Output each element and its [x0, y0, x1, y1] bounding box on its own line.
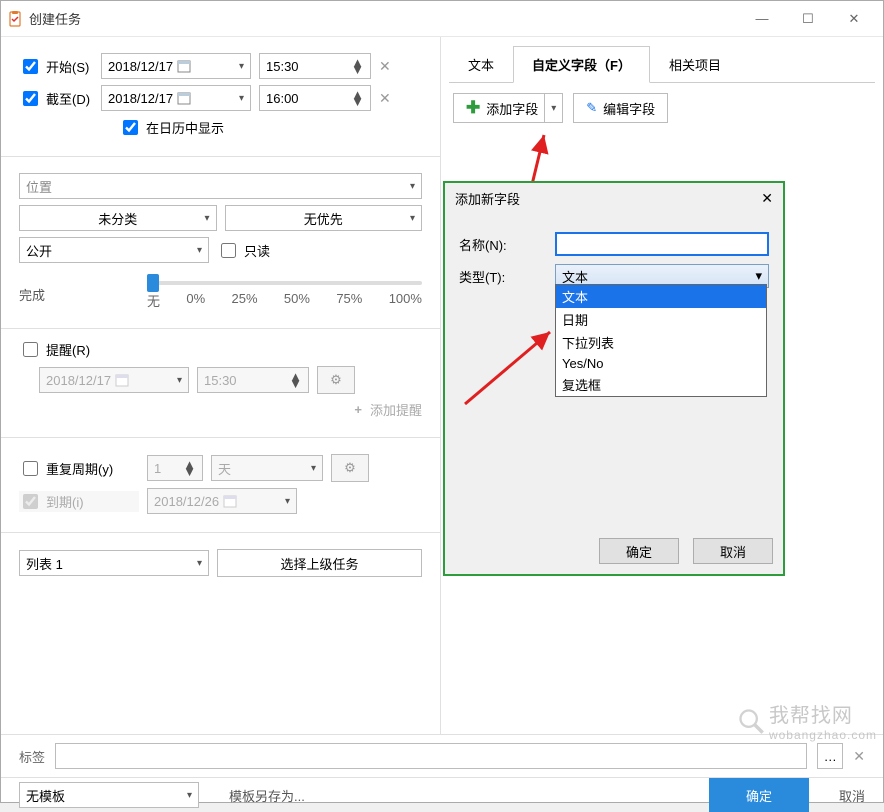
- add-field-dropdown[interactable]: ▾: [545, 93, 563, 123]
- plus-icon: +: [354, 402, 362, 417]
- dialog-close-button[interactable]: ✕: [761, 190, 773, 207]
- location-combo[interactable]: 位置 ▾: [19, 173, 422, 199]
- tags-more-button[interactable]: …: [817, 743, 843, 769]
- priority-combo[interactable]: 无优先 ▾: [225, 205, 423, 231]
- field-type-dropdown: 文本 日期 下拉列表 Yes/No 复选框: [555, 284, 767, 397]
- slider-thumb[interactable]: [147, 274, 159, 292]
- start-checkbox[interactable]: 开始(S): [19, 56, 93, 77]
- due-date-input[interactable]: 2018/12/26 ▾: [147, 488, 297, 514]
- clear-end-button[interactable]: ✕: [379, 90, 391, 107]
- dialog-ok-button[interactable]: 确定: [599, 538, 679, 564]
- repeat-unit-combo[interactable]: 天 ▾: [211, 455, 323, 481]
- end-checkbox[interactable]: 截至(D): [19, 88, 93, 109]
- start-date-input[interactable]: 2018/12/17 ▾: [101, 53, 251, 79]
- spinner-icon[interactable]: ▲▼: [351, 91, 364, 105]
- end-label: 截至(D): [46, 89, 90, 108]
- calendar-icon: [177, 91, 191, 105]
- tab-text[interactable]: 文本: [449, 46, 513, 83]
- repeat-count-input[interactable]: 1 ▲▼: [147, 455, 203, 481]
- field-type-label: 类型(T):: [459, 267, 555, 286]
- dialog-title: 添加新字段: [455, 189, 520, 208]
- add-reminder-link[interactable]: 添加提醒: [370, 400, 422, 419]
- ok-button[interactable]: 确定: [709, 778, 809, 812]
- chevron-down-icon: ▾: [197, 245, 202, 256]
- spinner-icon[interactable]: ▲▼: [289, 373, 302, 387]
- close-icon: ✕: [849, 11, 860, 27]
- category-combo[interactable]: 未分类 ▾: [19, 205, 217, 231]
- chevron-down-icon: ▾: [285, 496, 290, 507]
- reminder-checkbox[interactable]: 提醒(R): [19, 339, 422, 360]
- tab-related[interactable]: 相关项目: [650, 46, 740, 83]
- edit-field-button[interactable]: ✎ 编辑字段: [573, 93, 668, 123]
- end-time-input[interactable]: 16:00 ▲▼: [259, 85, 371, 111]
- tags-label: 标签: [19, 747, 45, 766]
- chevron-down-icon: ▾: [551, 103, 556, 114]
- show-in-calendar-checkbox[interactable]: 在日历中显示: [119, 117, 224, 138]
- visibility-combo[interactable]: 公开 ▾: [19, 237, 209, 263]
- annotation-arrow-icon: [455, 324, 565, 414]
- chevron-down-icon: ▾: [204, 213, 209, 224]
- chevron-down-icon: ▾: [197, 558, 202, 569]
- tab-custom-fields[interactable]: 自定义字段（F）: [513, 46, 650, 83]
- app-icon: [7, 11, 23, 27]
- spinner-icon[interactable]: ▲▼: [183, 461, 196, 475]
- type-option[interactable]: 下拉列表: [556, 331, 766, 354]
- reminder-time-input[interactable]: 15:30 ▲▼: [197, 367, 309, 393]
- type-option[interactable]: 文本: [556, 285, 766, 308]
- plus-icon: ✚: [466, 98, 480, 118]
- calendar-icon: [177, 59, 191, 73]
- chevron-down-icon: ▾: [177, 375, 182, 386]
- repeat-checkbox[interactable]: 重复周期(y): [19, 458, 139, 479]
- end-date-input[interactable]: 2018/12/17 ▾: [101, 85, 251, 111]
- window-title: 创建任务: [29, 9, 739, 28]
- add-field-dialog: 添加新字段 ✕ 名称(N): 类型(T): 文本 ▾ 文本 日期 下拉列表 Ye…: [443, 181, 785, 576]
- chevron-down-icon: ▾: [410, 213, 415, 224]
- field-name-input[interactable]: [555, 232, 769, 256]
- clear-tags-button[interactable]: ✕: [853, 748, 865, 765]
- reminder-date-input[interactable]: 2018/12/17 ▾: [39, 367, 189, 393]
- chevron-down-icon: ▾: [187, 790, 192, 801]
- gear-icon: ⚙: [330, 372, 342, 388]
- list-combo[interactable]: 列表 1 ▾: [19, 550, 209, 576]
- field-name-label: 名称(N):: [459, 235, 555, 254]
- readonly-checkbox[interactable]: 只读: [217, 240, 270, 261]
- reminder-settings-button[interactable]: ⚙: [317, 366, 355, 394]
- progress-label: 完成: [19, 281, 49, 304]
- minimize-button[interactable]: —: [739, 4, 785, 34]
- maximize-button[interactable]: ☐: [785, 4, 831, 34]
- clear-start-button[interactable]: ✕: [379, 58, 391, 75]
- type-option[interactable]: 复选框: [556, 373, 766, 396]
- chevron-down-icon: ▾: [755, 268, 762, 284]
- start-time-input[interactable]: 15:30 ▲▼: [259, 53, 371, 79]
- ellipsis-icon: …: [824, 749, 837, 764]
- start-label: 开始(S): [46, 57, 89, 76]
- due-checkbox[interactable]: 到期(i): [19, 491, 139, 512]
- select-parent-button[interactable]: 选择上级任务: [217, 549, 422, 577]
- type-option[interactable]: 日期: [556, 308, 766, 331]
- cancel-button[interactable]: 取消: [839, 786, 865, 805]
- dialog-cancel-button[interactable]: 取消: [693, 538, 773, 564]
- repeat-settings-button[interactable]: ⚙: [331, 454, 369, 482]
- calendar-icon: [223, 494, 237, 508]
- save-template-link[interactable]: 模板另存为...: [229, 786, 305, 805]
- chevron-down-icon: ▾: [239, 61, 244, 72]
- tags-input[interactable]: [55, 743, 807, 769]
- chevron-down-icon: ▾: [410, 181, 415, 192]
- spinner-icon[interactable]: ▲▼: [351, 59, 364, 73]
- chevron-down-icon: ▾: [239, 93, 244, 104]
- calendar-icon: [115, 373, 129, 387]
- progress-slider[interactable]: [147, 281, 422, 285]
- pencil-icon: ✎: [586, 100, 597, 116]
- chevron-down-icon: ▾: [311, 463, 316, 474]
- gear-icon: ⚙: [344, 460, 356, 476]
- maximize-icon: ☐: [802, 11, 814, 27]
- type-option[interactable]: Yes/No: [556, 354, 766, 373]
- add-field-button[interactable]: ✚ 添加字段: [453, 93, 545, 123]
- minimize-icon: —: [756, 11, 769, 26]
- close-button[interactable]: ✕: [831, 4, 877, 34]
- template-combo[interactable]: 无模板 ▾: [19, 782, 199, 808]
